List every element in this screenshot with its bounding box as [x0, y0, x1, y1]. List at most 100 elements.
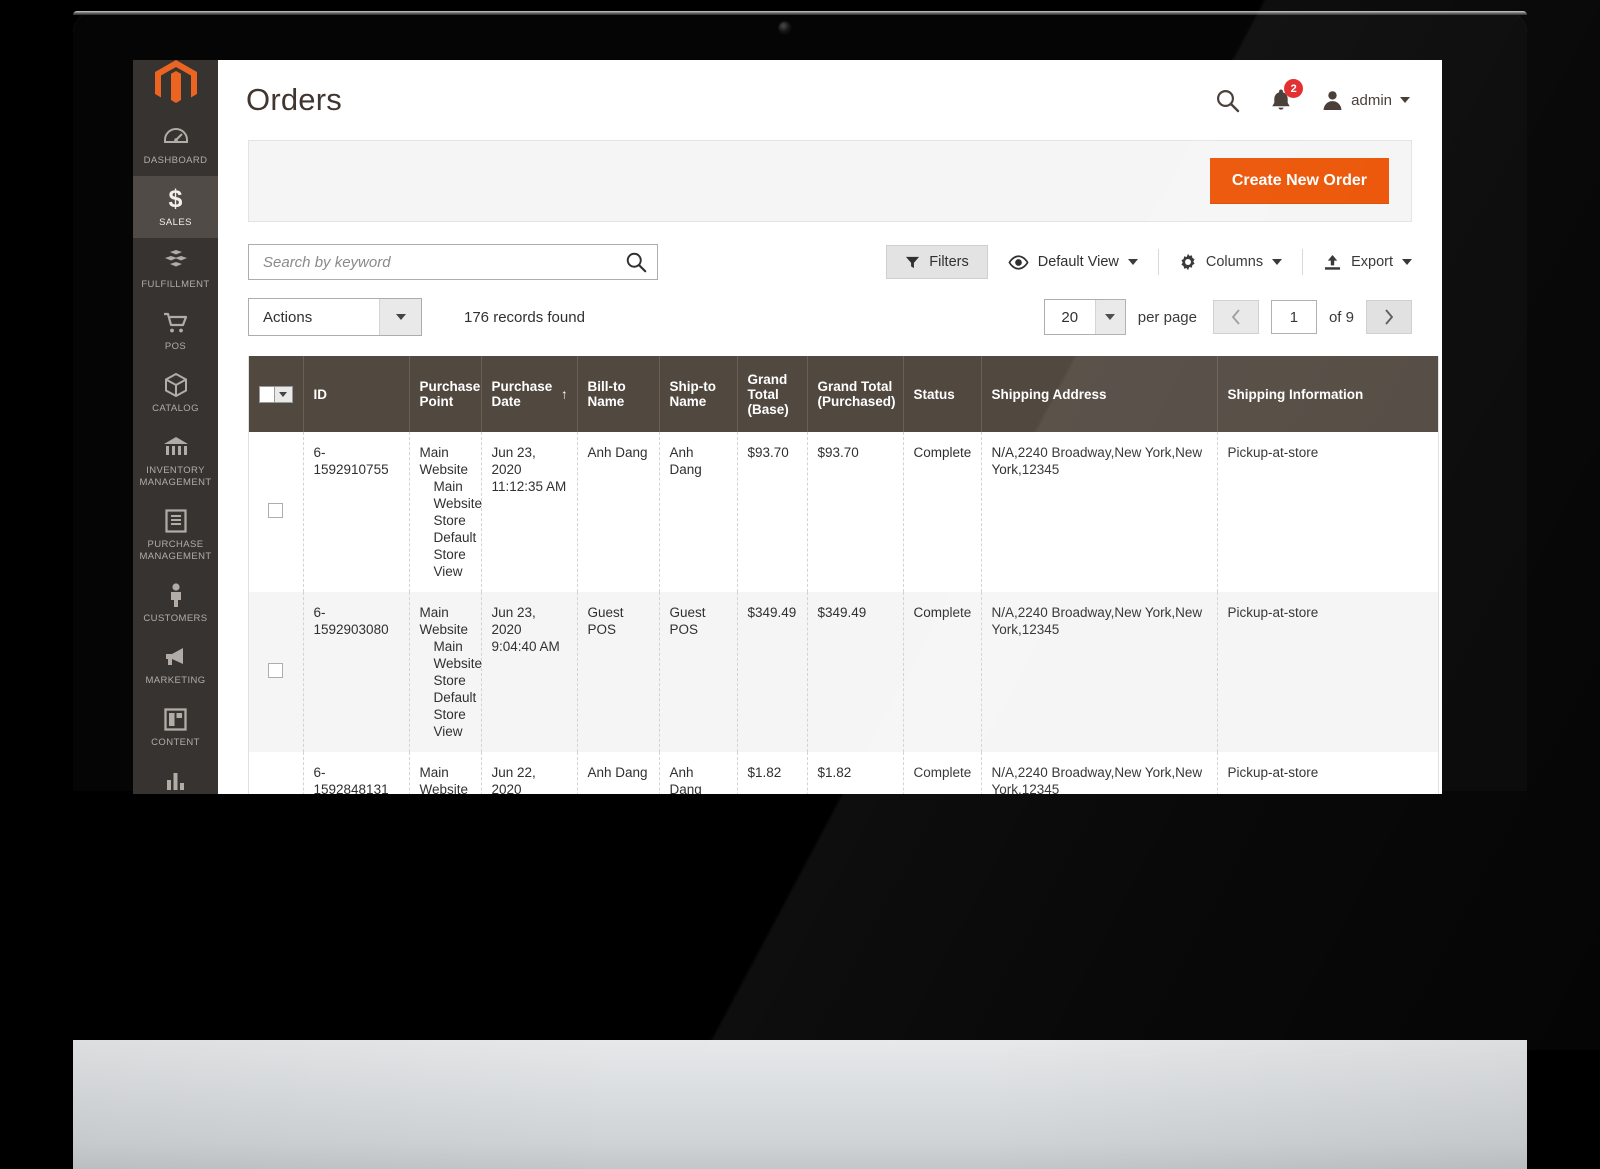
table-row[interactable]: 6-1592903080 Main Website Main Website S…: [249, 592, 1439, 752]
column-header-bill-to-name[interactable]: Bill-to Name: [577, 356, 660, 432]
table-row[interactable]: 6-1592848131 Main Website Main Website S…: [249, 752, 1439, 794]
megaphone-icon: [163, 644, 189, 670]
sidebar-item-pos[interactable]: POS: [133, 300, 218, 362]
row-select-cell[interactable]: [249, 752, 304, 794]
notifications-button[interactable]: 2: [1270, 79, 1304, 112]
cell-shipping-address: N/A,2240 Broadway,New York,New York,1234…: [981, 592, 1218, 752]
header-actions: 2 admin: [1215, 79, 1410, 113]
sidebar-item-purchase-management[interactable]: Purchase Management: [133, 498, 218, 572]
pagination: 20 per page 1 of 9: [1043, 299, 1412, 335]
cell-grand-total-base: $1.82: [737, 752, 808, 794]
select-all-control[interactable]: [259, 385, 293, 403]
columns-dropdown[interactable]: Columns: [1159, 245, 1302, 279]
next-page-button[interactable]: [1366, 300, 1412, 334]
search-field-wrapper[interactable]: [248, 244, 658, 280]
page-actions-panel: Create New Order: [248, 140, 1412, 222]
cell-ship-to-name: Guest POS: [659, 592, 738, 752]
sidebar-item-label: Catalog: [152, 403, 199, 414]
select-all-checkbox[interactable]: [259, 385, 276, 403]
purchase-point-line-2: Main Website Store: [433, 639, 483, 688]
cell-purchase-date: Jun 22, 2020 5:48:51 PM: [481, 752, 578, 794]
sidebar-item-sales[interactable]: $ Sales: [133, 176, 218, 238]
table-row[interactable]: 6-1592910755 Main Website Main Website S…: [249, 432, 1439, 592]
column-header-shipping-information[interactable]: Shipping Information: [1217, 356, 1439, 432]
cell-ship-to-name: Anh Dang: [659, 752, 738, 794]
magento-logo[interactable]: [133, 60, 218, 106]
cell-shipping-address: N/A,2240 Broadway,New York,New York,1234…: [981, 432, 1218, 592]
chevron-down-icon: [1272, 259, 1283, 265]
current-page-input[interactable]: 1: [1270, 300, 1317, 334]
default-view-label: Default View: [1037, 254, 1119, 270]
previous-page-button[interactable]: [1212, 300, 1259, 334]
mass-actions-select[interactable]: Actions: [248, 298, 422, 336]
notification-count-badge: 2: [1284, 79, 1304, 98]
purchase-point-line-3: Default Store View: [433, 530, 477, 579]
webcam-icon: [779, 22, 790, 33]
sidebar-item-label: Inventory Management: [139, 465, 212, 488]
grid-view-controls: Filters Default View Columns Export: [886, 245, 1412, 279]
search-submit-icon[interactable]: [625, 251, 647, 273]
sidebar-item-content[interactable]: Content: [133, 696, 218, 758]
chevron-left-icon: [1231, 309, 1240, 325]
export-upload-icon: [1325, 254, 1341, 270]
column-header-grand-total-purchased[interactable]: Grand Total (Purchased): [807, 356, 904, 432]
sidebar-item-marketing[interactable]: Marketing: [133, 634, 218, 696]
default-view-dropdown[interactable]: Default View: [988, 245, 1158, 279]
column-header-id[interactable]: ID: [303, 356, 410, 432]
chevron-down-icon[interactable]: [379, 299, 421, 335]
search-input[interactable]: [263, 253, 625, 271]
sidebar-item-inventory-management[interactable]: Inventory Management: [133, 424, 218, 498]
row-checkbox[interactable]: [268, 662, 284, 678]
search-icon: [1217, 89, 1240, 112]
column-header-ship-to-name[interactable]: Ship-to Name: [659, 356, 738, 432]
row-select-cell[interactable]: [249, 432, 304, 592]
sidebar-item-label: Purchase Management: [139, 539, 212, 562]
sidebar-item-reports[interactable]: Reports: [133, 758, 218, 794]
total-pages-label: of 9: [1328, 308, 1354, 326]
column-header-shipping-address[interactable]: Shipping Address: [981, 356, 1218, 432]
layout-panel-icon: [163, 706, 189, 732]
chevron-down-icon[interactable]: [1094, 300, 1125, 334]
column-header-status[interactable]: Status: [903, 356, 982, 432]
column-header-grand-total-base[interactable]: Grand Total (Base): [737, 356, 808, 432]
filters-button[interactable]: Filters: [886, 245, 988, 279]
cell-shipping-information: Pickup-at-store: [1217, 432, 1439, 592]
cell-grand-total-purchased: $93.70: [807, 432, 904, 592]
purchase-point-line-3: Default Store View: [433, 690, 477, 739]
column-header-purchase-date[interactable]: Purchase Date ↑: [481, 356, 578, 432]
cell-status: Complete: [903, 592, 982, 752]
row-checkbox[interactable]: [268, 502, 284, 518]
cell-id: 6-1592848131: [303, 752, 410, 794]
chevron-right-icon: [1385, 309, 1394, 325]
chevron-down-icon[interactable]: [275, 385, 293, 403]
admin-menu[interactable]: admin: [1322, 90, 1410, 111]
sidebar-item-catalog[interactable]: Catalog: [133, 362, 218, 424]
row-select-cell[interactable]: [249, 592, 304, 752]
cell-purchase-point: Main Website Main Website Store Default …: [409, 432, 482, 592]
sidebar-item-customers[interactable]: Customers: [133, 572, 218, 634]
select-all-header[interactable]: [249, 356, 304, 432]
columns-label: Columns: [1205, 254, 1264, 270]
purchase-point-line-1: Main Website: [419, 445, 469, 477]
cell-bill-to-name: Guest POS: [577, 592, 660, 752]
sort-ascending-icon: ↑: [561, 386, 568, 402]
cell-purchase-date: Jun 23, 2020 9:04:40 AM: [481, 592, 578, 752]
main-content: Orders 2 admin Create New Order Search b…: [218, 60, 1442, 794]
bezel-top-highlight: [73, 11, 1527, 15]
admin-name-label: admin: [1351, 91, 1392, 109]
export-dropdown[interactable]: Export: [1303, 245, 1412, 279]
sidebar-item-dashboard[interactable]: Dashboard: [133, 114, 218, 176]
caret-shape: [1105, 314, 1116, 320]
table-header-row: ID Purchase Point Purchase Date ↑ Bill-t…: [249, 356, 1439, 432]
table-body: 6-1592910755 Main Website Main Website S…: [249, 432, 1439, 794]
cell-status: Complete: [903, 752, 982, 794]
cell-grand-total-purchased: $349.49: [807, 592, 904, 752]
grid-toolbar: Filters Default View Columns: [248, 244, 1412, 280]
cell-purchase-date: Jun 23, 2020 11:12:35 AM: [481, 432, 578, 592]
global-search-button[interactable]: [1215, 88, 1240, 113]
sidebar-item-fulfillment[interactable]: Fulfillment: [133, 238, 218, 300]
create-new-order-button[interactable]: Create New Order: [1209, 158, 1389, 204]
per-page-select[interactable]: 20: [1043, 299, 1126, 335]
cell-grand-total-purchased: $1.82: [807, 752, 904, 794]
column-header-purchase-point[interactable]: Purchase Point: [409, 356, 482, 432]
